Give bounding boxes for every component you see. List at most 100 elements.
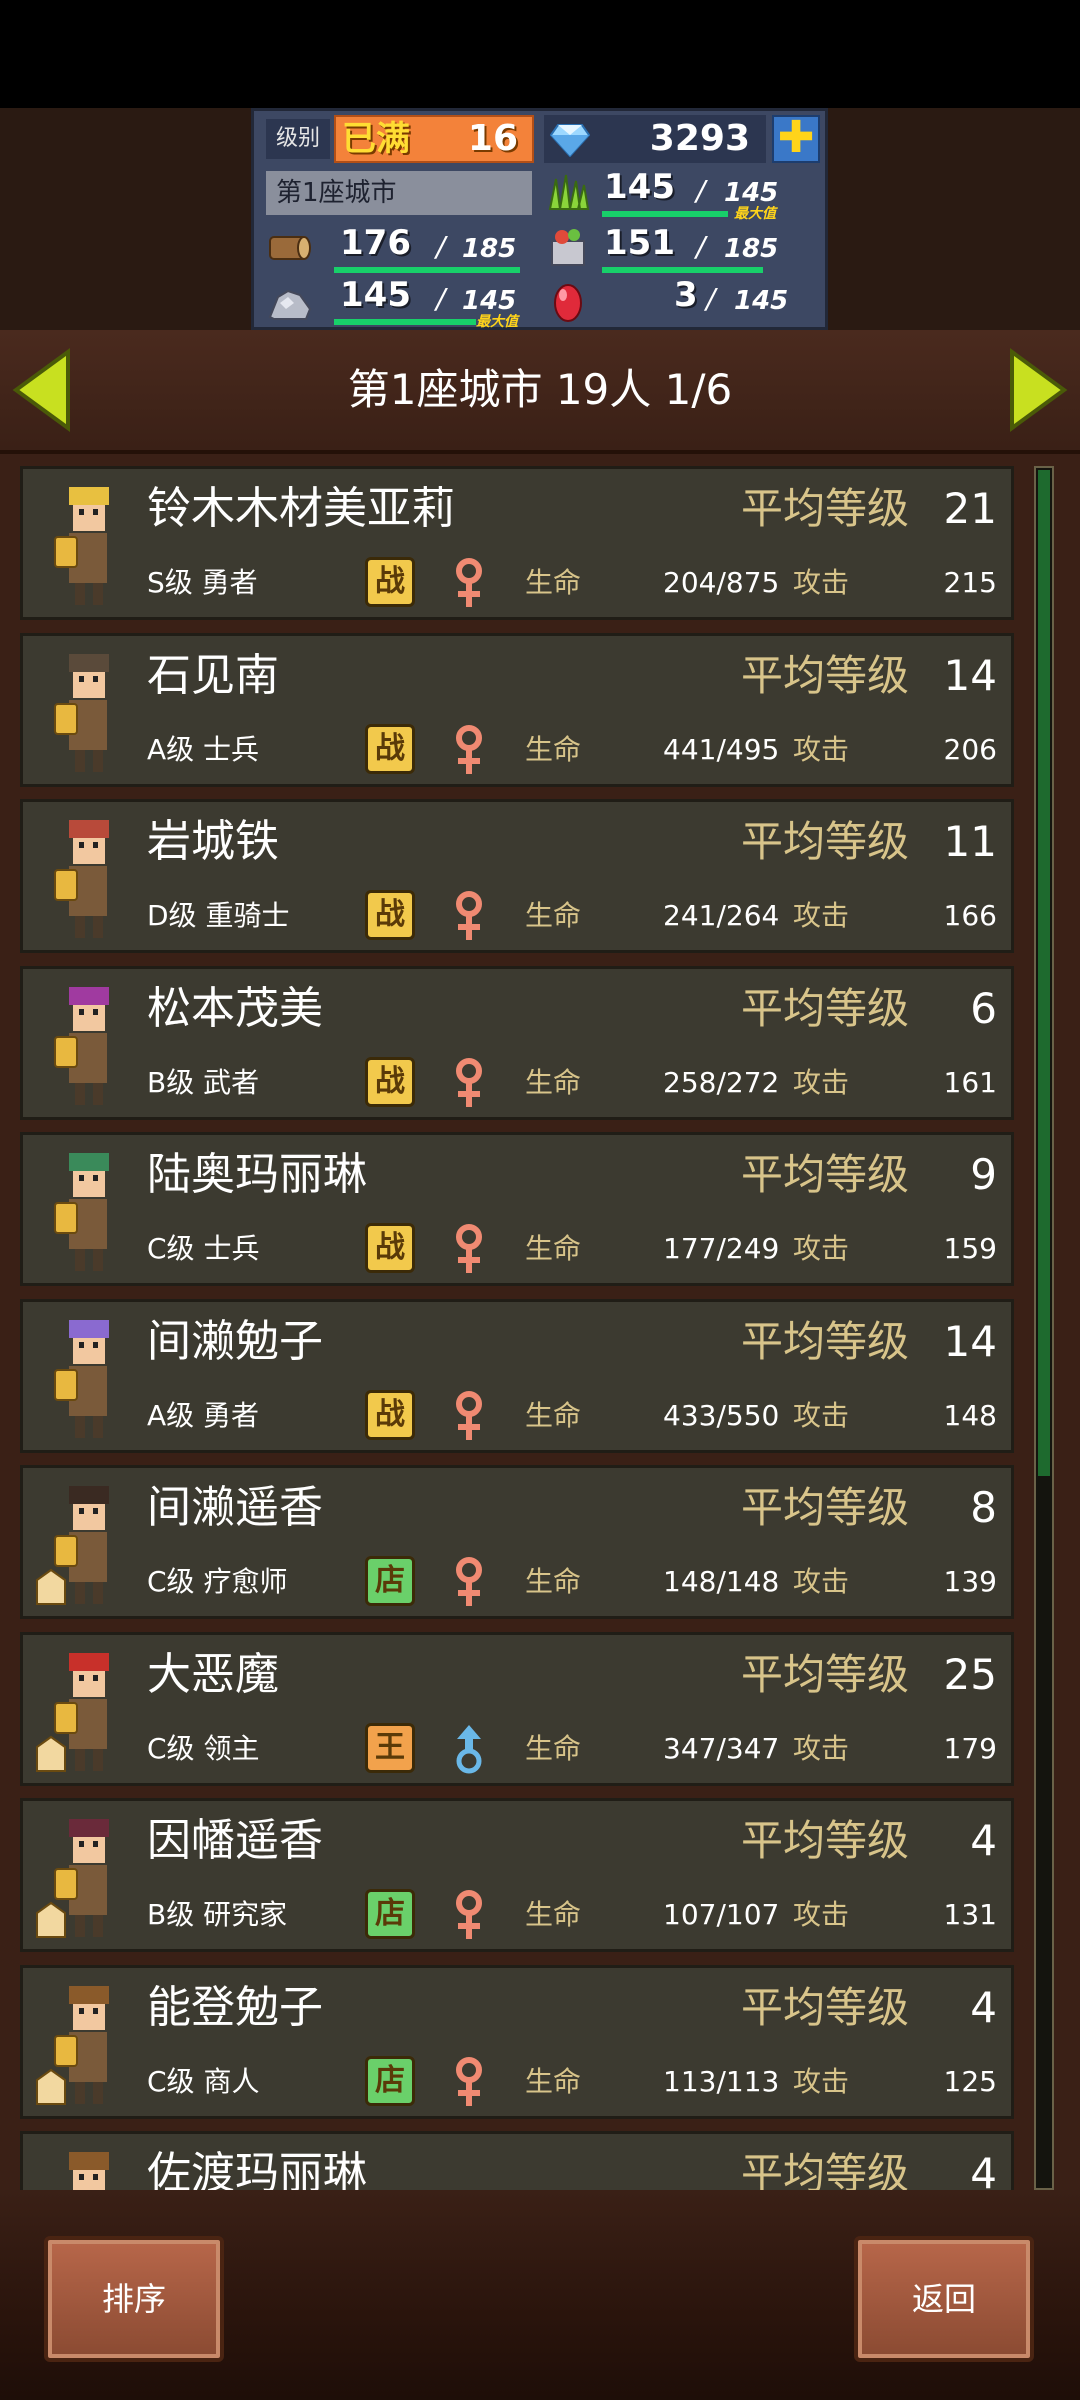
- hp-value: 204/875: [663, 566, 780, 599]
- character-card[interactable]: 石见南 平均等级 14 A级 士兵 战 生命 441/495 攻击 206: [20, 632, 1014, 787]
- character-name: 因幡遥香: [147, 1815, 323, 1866]
- food-max: 185: [724, 234, 779, 264]
- character-portrait: [54, 1153, 109, 1271]
- hp-value: 433/550: [663, 1398, 780, 1432]
- character-name: 石见南: [147, 649, 279, 701]
- character-class: B级 研究家: [147, 1898, 288, 1931]
- female-icon: [456, 1057, 482, 1107]
- hp-value: 258/272: [663, 1065, 780, 1099]
- character-name: 铃木木材美亚莉: [147, 483, 455, 534]
- grass-stat: 145 / 145 最大值: [544, 167, 824, 222]
- avg-level-value: 6: [970, 983, 997, 1033]
- ore-bar: [334, 319, 476, 325]
- role-badge: 店: [365, 2055, 415, 2106]
- character-card[interactable]: 佐渡玛丽琳 平均等级 4: [20, 2131, 1014, 2190]
- ore-rock-icon: [268, 289, 312, 320]
- attack-label: 攻击: [793, 899, 850, 932]
- hp-label: 生命: [525, 899, 582, 932]
- character-name: 佐渡玛丽琳: [147, 2148, 367, 2190]
- attack-value: 139: [943, 1565, 997, 1598]
- hp-value: 441/495: [663, 732, 780, 766]
- next-city-arrow-icon[interactable]: [1008, 348, 1068, 432]
- role-badge: 战: [365, 1389, 415, 1440]
- character-portrait: [54, 487, 109, 605]
- sort-button[interactable]: 排序: [44, 2236, 224, 2362]
- avg-level-label: 平均等级: [741, 650, 910, 700]
- character-card[interactable]: 大恶魔 平均等级 25 C级 领主 王 生命 347/347 攻击 179: [20, 1631, 1014, 1786]
- avg-level-label: 平均等级: [741, 1982, 910, 2032]
- hp-value: 148/148: [663, 1565, 780, 1598]
- city-name: 第1座城市: [266, 171, 532, 215]
- character-portrait: [54, 986, 109, 1105]
- character-card[interactable]: 能登勉子 平均等级 4 C级 商人 店 生命 113/113 攻击 125: [20, 1964, 1014, 2119]
- character-card[interactable]: 岩城铁 平均等级 11 D级 重骑士 战 生命 241/264 攻击 166: [20, 799, 1014, 953]
- hp-value: 177/249: [663, 1232, 780, 1265]
- hp-label: 生命: [525, 1398, 582, 1432]
- avg-level-label: 平均等级: [741, 1483, 910, 1532]
- female-icon: [456, 558, 482, 607]
- attack-label: 攻击: [793, 1232, 850, 1265]
- level-box: 已满 16: [334, 115, 534, 163]
- character-portrait: [36, 1985, 109, 2105]
- character-name: 岩城铁: [147, 816, 279, 867]
- resource-panel: 级别 已满 16 3293 ✚ 第1座城市 145 / 145 最大值 176 …: [251, 108, 828, 330]
- attack-value: 166: [943, 899, 997, 932]
- ruby-icon: [554, 284, 582, 322]
- wood-value: 176: [340, 223, 411, 263]
- female-icon: [456, 2056, 482, 2106]
- list-scrollbar[interactable]: [1034, 466, 1054, 2190]
- avg-level-value: 25: [943, 1649, 997, 1699]
- hp-value: 113/113: [663, 2064, 780, 2098]
- attack-value: 206: [943, 732, 997, 766]
- attack-label: 攻击: [793, 1065, 850, 1099]
- role-badge: 王: [365, 1722, 415, 1773]
- avg-level-value: 14: [943, 650, 997, 700]
- avg-level-value: 14: [943, 1316, 997, 1366]
- character-card[interactable]: 陆奥玛丽琳 平均等级 9 C级 士兵 战 生命 177/249 攻击 159: [20, 1132, 1014, 1286]
- character-card[interactable]: 间濑勉子 平均等级 14 A级 勇者 战 生命 433/550 攻击 148: [20, 1298, 1014, 1453]
- attack-value: 161: [943, 1065, 997, 1099]
- avg-level-value: 4: [970, 1982, 997, 2032]
- avg-level-label: 平均等级: [741, 817, 910, 866]
- avg-level-label: 平均等级: [741, 1150, 910, 1199]
- scrollbar-thumb[interactable]: [1038, 470, 1050, 1476]
- female-icon: [456, 1557, 482, 1606]
- back-button[interactable]: 返回: [854, 2236, 1034, 2362]
- add-gems-button[interactable]: ✚: [772, 115, 820, 163]
- character-class: C级 领主: [147, 1731, 260, 1765]
- character-portrait: [54, 653, 109, 772]
- female-icon: [456, 1890, 482, 1939]
- attack-label: 攻击: [793, 1398, 850, 1432]
- ruby-max: 145: [734, 286, 789, 316]
- avg-level-label: 平均等级: [741, 1816, 910, 1865]
- character-card[interactable]: 松本茂美 平均等级 6 B级 武者 战 生命 258/272 攻击 161: [20, 965, 1014, 1120]
- gem-value: 3293: [649, 118, 750, 159]
- character-card[interactable]: 因幡遥香 平均等级 4 B级 研究家 店 生命 107/107 攻击 131: [20, 1798, 1014, 1952]
- wood-log-icon: [269, 236, 311, 260]
- role-badge: 战: [365, 1223, 415, 1273]
- hp-value: 347/347: [663, 1731, 780, 1765]
- character-card[interactable]: 铃木木材美亚莉 平均等级 21 S级 勇者 战 生命 204/875 攻击 21…: [20, 466, 1014, 620]
- role-badge: 战: [365, 1056, 415, 1107]
- hp-label: 生命: [525, 566, 582, 599]
- hp-label: 生命: [525, 1232, 582, 1265]
- character-portrait: [36, 1486, 109, 1605]
- avg-level-value: 21: [943, 484, 997, 533]
- character-list[interactable]: 铃木木材美亚莉 平均等级 21 S级 勇者 战 生命 204/875 攻击 21…: [0, 454, 1080, 2190]
- male-icon: [456, 1724, 482, 1773]
- attack-value: 159: [943, 1232, 997, 1265]
- female-icon: [456, 1224, 482, 1273]
- character-name: 大恶魔: [147, 1648, 279, 1700]
- female-icon: [456, 724, 482, 774]
- ruby-stat: 3 / 145: [544, 275, 824, 325]
- role-badge: 店: [365, 1556, 415, 1606]
- grass-bar: [602, 211, 728, 217]
- character-class: A级 士兵: [147, 732, 260, 766]
- character-class: D级 重骑士: [147, 899, 290, 932]
- avg-level-value: 4: [970, 1816, 997, 1865]
- female-icon: [456, 891, 482, 940]
- diamond-icon: [550, 124, 590, 157]
- ruby-value: 3: [674, 275, 698, 315]
- character-card[interactable]: 间濑遥香 平均等级 8 C级 疗愈师 店 生命 148/148 攻击 139: [20, 1465, 1014, 1619]
- city-header: 第1座城市 19人 1/6: [0, 330, 1080, 454]
